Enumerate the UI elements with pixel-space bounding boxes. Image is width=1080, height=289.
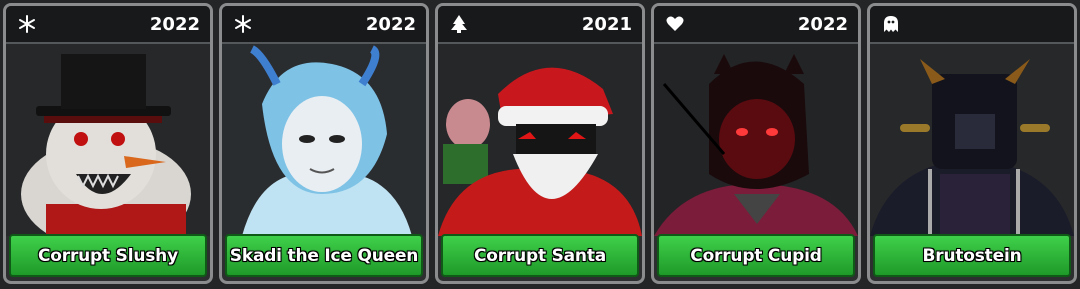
- character-portrait: [6, 44, 210, 236]
- character-name: Corrupt Cupid: [690, 245, 822, 266]
- card-header: 2021: [438, 6, 642, 44]
- card-header: 2022: [654, 6, 858, 44]
- release-year: 2022: [149, 13, 200, 35]
- character-name-button[interactable]: Corrupt Cupid: [657, 234, 855, 277]
- character-name-button[interactable]: Corrupt Santa: [441, 234, 639, 277]
- character-name: Corrupt Slushy: [38, 245, 178, 266]
- card-header: 2022: [222, 6, 426, 44]
- character-portrait: [654, 44, 858, 236]
- character-portrait: [222, 44, 426, 236]
- ghost-icon: [880, 13, 902, 35]
- character-name-button[interactable]: Brutostein: [873, 234, 1071, 277]
- character-card[interactable]: Brutostein: [867, 3, 1077, 284]
- character-name: Brutostein: [922, 245, 1022, 266]
- character-name-button[interactable]: Corrupt Slushy: [9, 234, 207, 277]
- character-card[interactable]: 2022 Skadi the Ice Queen: [219, 3, 429, 284]
- snowflake-icon: [16, 13, 38, 35]
- character-card[interactable]: 2022 Corrupt Slushy: [3, 3, 213, 284]
- character-name: Skadi the Ice Queen: [229, 245, 419, 266]
- release-year: 2022: [365, 13, 416, 35]
- character-card[interactable]: 2022 Corrupt Cupid: [651, 3, 861, 284]
- christmas-tree-icon: [448, 13, 470, 35]
- character-portrait: [870, 44, 1074, 236]
- release-year: 2021: [581, 13, 632, 35]
- card-header: [870, 6, 1074, 44]
- character-name: Corrupt Santa: [473, 245, 607, 266]
- character-card[interactable]: 2021 Corrupt Santa: [435, 3, 645, 284]
- heart-icon: [664, 13, 686, 35]
- character-name-button[interactable]: Skadi the Ice Queen: [225, 234, 423, 277]
- character-card-row: 2022 Corrupt Slushy 2022 Skadi the Ice Q…: [0, 0, 1080, 289]
- character-portrait: [438, 44, 642, 236]
- card-header: 2022: [6, 6, 210, 44]
- snowflake-icon: [232, 13, 254, 35]
- release-year: 2022: [797, 13, 848, 35]
